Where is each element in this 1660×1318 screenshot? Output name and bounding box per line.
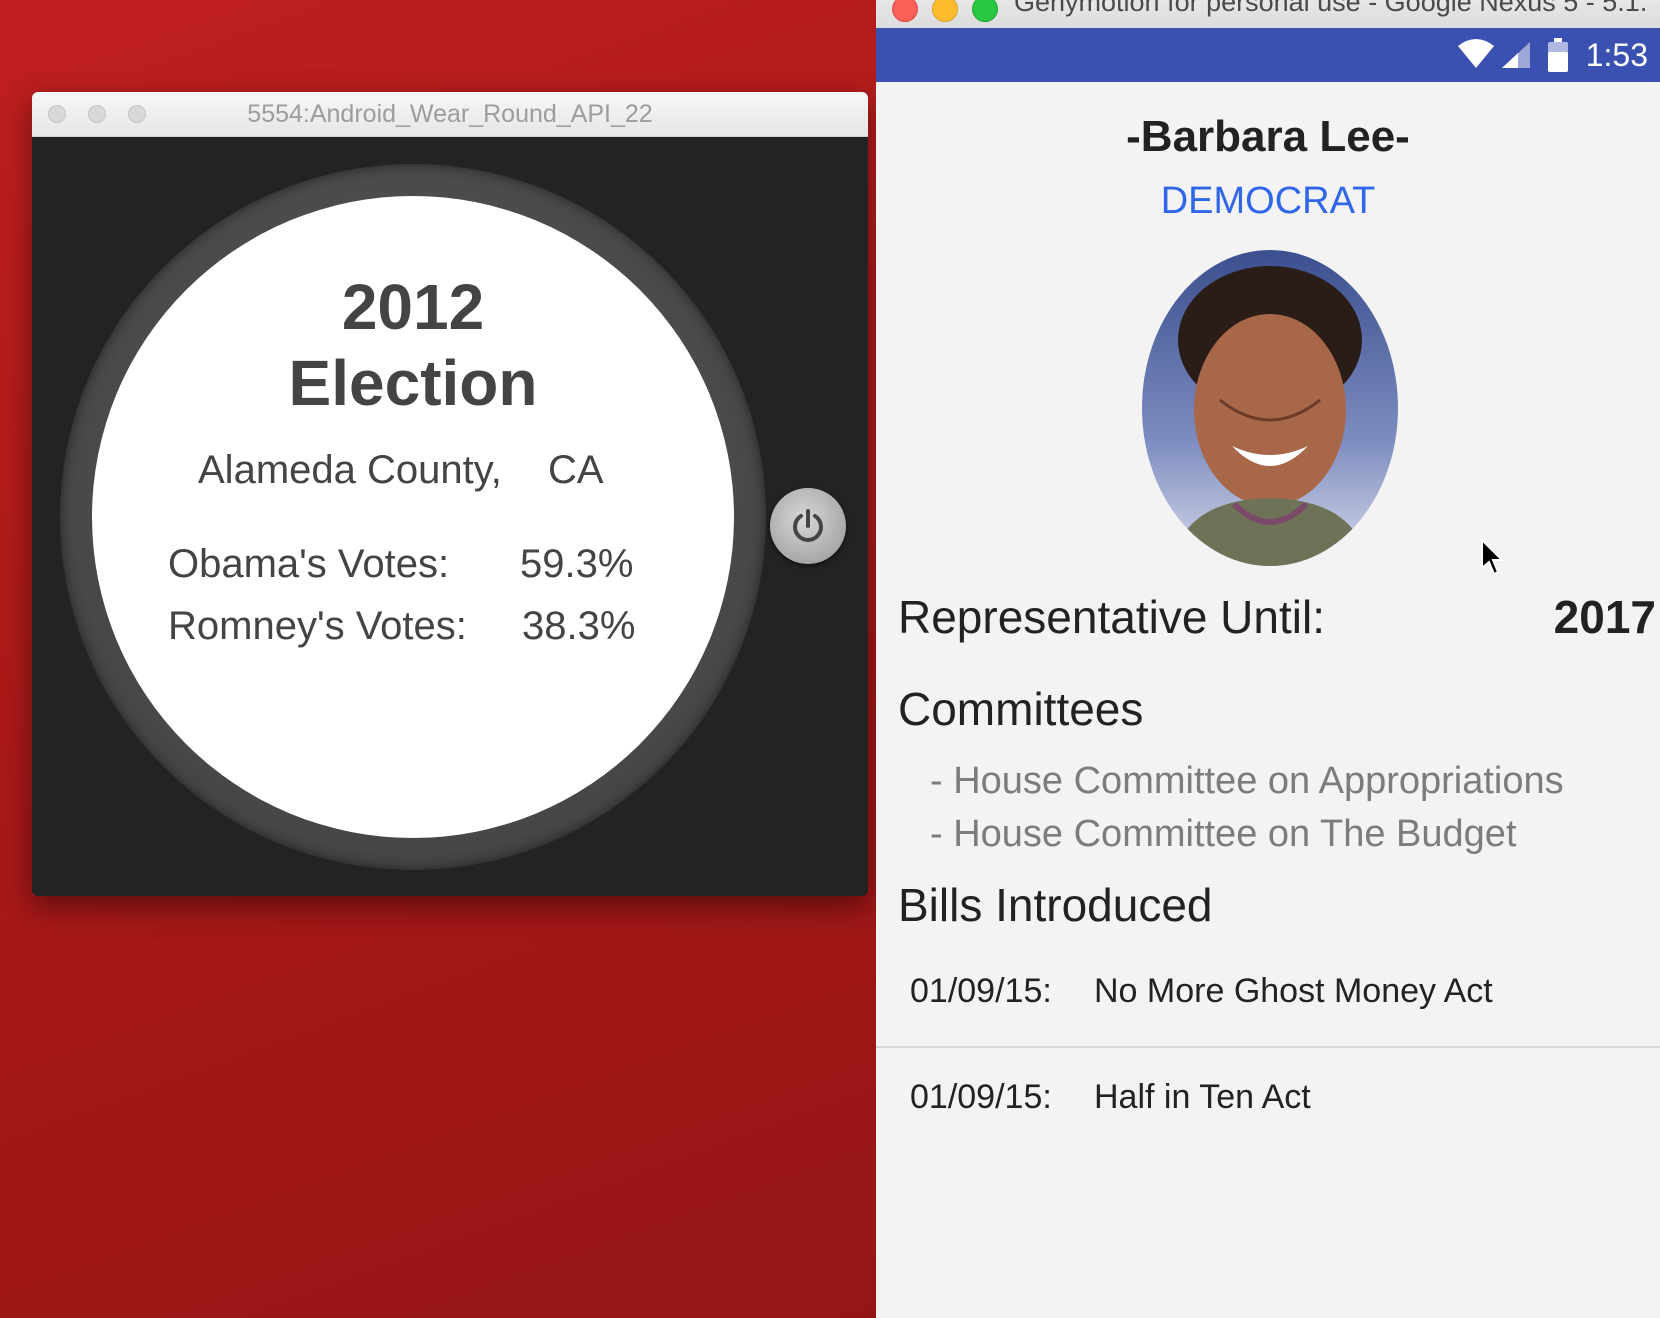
- romney-votes-label: Romney's Votes:: [168, 604, 467, 648]
- bill-title: Half in Ten Act: [1094, 1078, 1311, 1116]
- committee-item: - House Committee on Appropriations: [930, 760, 1564, 802]
- emulator-titlebar[interactable]: 5554:Android_Wear_Round_API_22: [32, 92, 868, 137]
- watch-screen[interactable]: 2012 Election Alameda County, CA Obama's…: [92, 196, 734, 838]
- representative-until-value: 2017: [1553, 591, 1656, 643]
- zoom-window-button[interactable]: [972, 0, 998, 22]
- representative-until-label: Representative Until:: [898, 591, 1325, 643]
- bill-list-item[interactable]: 01/09/15: No More Ghost Money Act: [876, 940, 1660, 1046]
- signal-icon: [1502, 42, 1530, 68]
- minimize-window-button[interactable]: [932, 0, 958, 22]
- power-icon: [793, 509, 823, 542]
- representative-name: -Barbara Lee-: [1126, 112, 1410, 161]
- election-heading: Election: [288, 347, 538, 419]
- bills-heading: Bills Introduced: [898, 879, 1213, 931]
- status-time: 1:53: [1585, 37, 1648, 73]
- committee-item: - House Committee on The Budget: [930, 813, 1517, 855]
- android-status-bar: 1:53: [876, 28, 1660, 82]
- county-name: Alameda County,: [198, 448, 502, 492]
- watch-bezel: 2012 Election Alameda County, CA Obama's…: [60, 164, 766, 870]
- emulator-title: 5554:Android_Wear_Round_API_22: [247, 100, 653, 128]
- genymotion-phone-window: Genymotion for personal use - Google Nex…: [876, 0, 1660, 1318]
- state-name: CA: [548, 448, 604, 492]
- bill-date: 01/09/15:: [910, 972, 1052, 1010]
- representative-party: DEMOCRAT: [1160, 180, 1376, 222]
- mouse-cursor-icon: [1481, 538, 1504, 576]
- election-year: 2012: [341, 271, 485, 343]
- bill-list-item[interactable]: 01/09/15: Half in Ten Act: [876, 1046, 1660, 1152]
- committees-heading: Committees: [898, 683, 1144, 735]
- close-window-button[interactable]: [892, 0, 918, 22]
- power-button[interactable]: [770, 488, 846, 564]
- bill-date: 01/09/15:: [910, 1078, 1052, 1116]
- bill-title: No More Ghost Money Act: [1094, 972, 1493, 1010]
- wifi-icon: [1458, 39, 1494, 68]
- representative-portrait: [1142, 250, 1398, 566]
- obama-votes-value: 59.3%: [520, 542, 634, 586]
- romney-votes-value: 38.3%: [522, 604, 636, 648]
- wear-emulator-window: 5554:Android_Wear_Round_API_22 2012 Elec…: [32, 92, 868, 896]
- genymotion-titlebar[interactable]: Genymotion for personal use - Google Nex…: [876, 0, 1660, 29]
- battery-icon: [1548, 38, 1568, 72]
- genymotion-title: Genymotion for personal use - Google Nex…: [1014, 0, 1648, 17]
- obama-votes-label: Obama's Votes:: [168, 542, 450, 586]
